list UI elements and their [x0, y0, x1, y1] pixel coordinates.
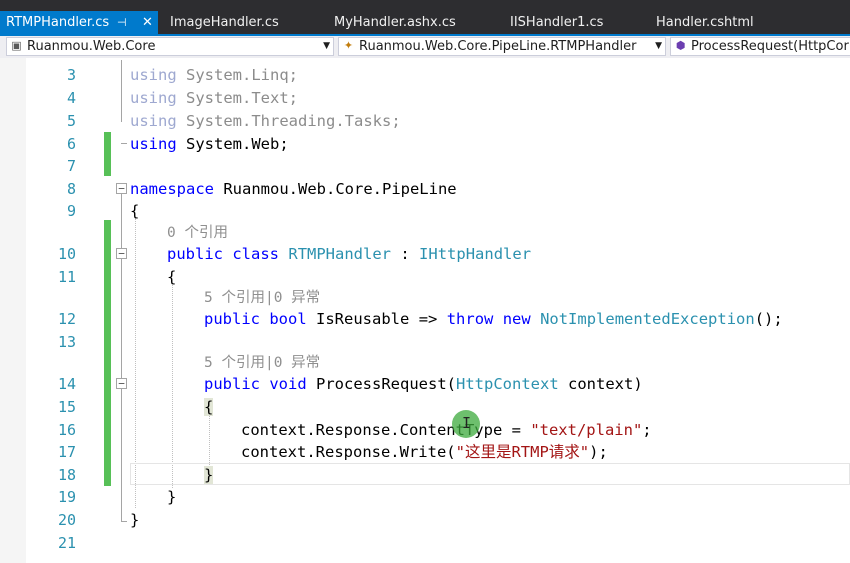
glyph-margin	[0, 58, 26, 563]
project-dropdown[interactable]: ▣ Ruanmou.Web.Core ▼	[6, 37, 334, 56]
line-number: 21	[57, 534, 76, 552]
fold-end	[121, 521, 127, 522]
tab-label: MyHandler.ashx.cs	[334, 15, 456, 30]
tab-label: Handler.cshtml	[656, 15, 754, 30]
change-indicator	[104, 132, 111, 176]
line-number: 14	[57, 375, 76, 393]
code-line-19: }	[167, 488, 177, 506]
text-cursor-icon: I	[462, 414, 472, 432]
line-number: 9	[66, 202, 76, 220]
code-line-18: }	[204, 466, 214, 484]
collapse-toggle[interactable]: −	[116, 378, 127, 389]
namespace: Ruanmou.Web.Core.PipeLine	[223, 180, 457, 198]
chevron-down-icon: ▼	[655, 41, 662, 51]
line-number: 11	[57, 268, 76, 286]
line-number: 5	[66, 112, 76, 130]
tab-label: IISHandler1.cs	[510, 15, 604, 30]
code-editor[interactable]: 3 4 5 6 7 8 9 10 11 12 13 14 15 16 17 18…	[0, 58, 850, 563]
line-number: 7	[66, 157, 76, 175]
indent-guide	[172, 283, 173, 488]
fold-end	[121, 143, 127, 144]
code-line-10: public class RTMPHandler : IHttpHandler	[167, 245, 532, 263]
codelens-references[interactable]: 0 个引用	[167, 222, 228, 244]
namespace: System.Text;	[186, 89, 298, 107]
line-number: 4	[66, 89, 76, 107]
current-line-highlight	[130, 463, 850, 485]
line-number: 6	[66, 135, 76, 153]
code-line-15: {	[204, 398, 214, 416]
class-label: Ruanmou.Web.Core.PipeLine.RTMPHandler	[359, 39, 637, 54]
code-line-8: namespace Ruanmou.Web.Core.PipeLine	[130, 178, 457, 200]
pin-icon[interactable]: ⊣	[117, 11, 127, 34]
namespace: System.Threading.Tasks;	[186, 112, 401, 130]
chevron-down-icon: ▼	[323, 41, 330, 51]
code-line-5: using System.Threading.Tasks;	[130, 110, 401, 132]
code-line-16: context.Response.ContentType = "text/pla…	[241, 421, 652, 439]
member-dropdown[interactable]: ⬢ ProcessRequest(HttpCor	[670, 37, 850, 56]
line-number: 17	[57, 443, 76, 461]
line-number: 16	[57, 421, 76, 439]
line-number: 10	[57, 245, 76, 263]
line-number: 12	[57, 310, 76, 328]
line-number: 13	[57, 333, 76, 351]
code-line-20: }	[130, 511, 140, 529]
keyword: using	[130, 66, 177, 84]
tab-myhandler[interactable]: MyHandler.ashx.cs	[334, 11, 456, 34]
codelens-references[interactable]: 5 个引用|0 异常	[204, 352, 320, 374]
line-number: 15	[57, 398, 76, 416]
fold-line	[121, 60, 122, 122]
fold-line	[121, 194, 122, 522]
line-number: 8	[66, 180, 76, 198]
project-label: Ruanmou.Web.Core	[27, 39, 156, 54]
code-line-3: using System.Linq;	[130, 64, 298, 86]
namespace: System.Linq;	[186, 66, 298, 84]
tab-imagehandler[interactable]: ImageHandler.cs	[170, 11, 279, 34]
member-label: ProcessRequest(HttpCor	[691, 39, 849, 54]
class-icon: ✦	[343, 39, 354, 52]
indent-guide	[209, 413, 210, 465]
code-line-14: public void ProcessRequest(HttpContext c…	[204, 375, 643, 393]
codelens-references[interactable]: 5 个引用|0 异常	[204, 287, 320, 309]
class-dropdown[interactable]: ✦ Ruanmou.Web.Core.PipeLine.RTMPHandler …	[338, 37, 666, 56]
code-line-6: using System.Web;	[130, 133, 289, 155]
navigation-bar: ▣ Ruanmou.Web.Core ▼ ✦ Ruanmou.Web.Core.…	[0, 36, 850, 59]
code-line-17: context.Response.Write("这里是RTMP请求");	[241, 443, 608, 461]
tab-label: ImageHandler.cs	[170, 15, 279, 30]
line-number: 3	[66, 66, 76, 84]
code-line-9: {	[130, 202, 140, 220]
tab-rtmphandler[interactable]: RTMPHandler.cs ⊣ ✕	[0, 11, 158, 34]
document-tab-bar: RTMPHandler.cs ⊣ ✕ ImageHandler.cs MyHan…	[0, 0, 850, 36]
keyword: using	[130, 112, 177, 130]
line-number: 20	[57, 511, 76, 529]
tab-label: RTMPHandler.cs	[6, 15, 110, 30]
keyword: using	[130, 89, 177, 107]
tab-handler-cshtml[interactable]: Handler.cshtml	[656, 11, 754, 34]
code-line-11: {	[167, 268, 177, 286]
collapse-toggle[interactable]: −	[116, 183, 127, 194]
project-icon: ▣	[11, 39, 22, 52]
code-line-4: using System.Text;	[130, 87, 298, 109]
method-icon: ⬢	[675, 39, 686, 52]
line-number: 19	[57, 488, 76, 506]
collapse-toggle[interactable]: −	[116, 248, 127, 259]
namespace: System.Web;	[186, 135, 289, 153]
change-indicator	[104, 220, 111, 486]
tab-iishandler1[interactable]: IISHandler1.cs	[510, 11, 603, 34]
keyword: using	[130, 135, 177, 153]
keyword: namespace	[130, 180, 214, 198]
close-icon[interactable]: ✕	[142, 11, 153, 34]
code-line-12: public bool IsReusable => throw new NotI…	[204, 310, 783, 328]
line-number: 18	[57, 466, 76, 484]
